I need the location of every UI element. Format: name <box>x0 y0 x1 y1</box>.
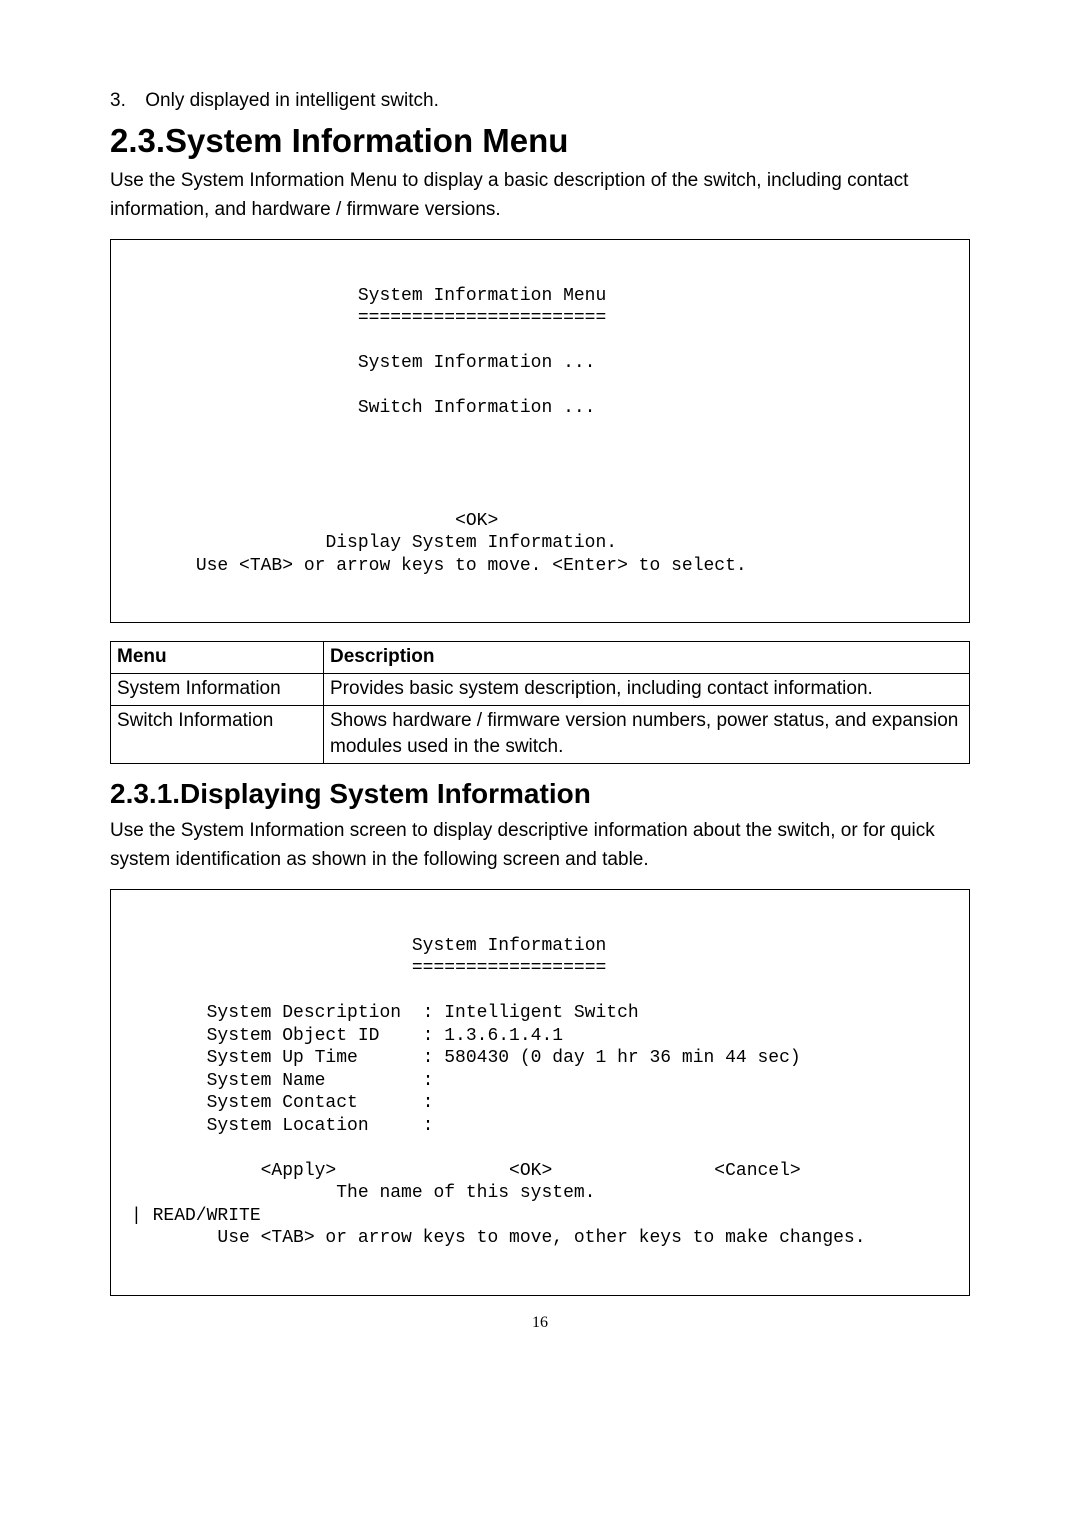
col-header-menu: Menu <box>111 642 324 674</box>
terminal-sysinfo-menu: System Information Menu ================… <box>110 239 970 624</box>
menu-description-table: Menu Description System Information Prov… <box>110 641 970 763</box>
terminal-sysinfo-screen: System Information ================== Sy… <box>110 889 970 1296</box>
cell-desc: Shows hardware / firmware version number… <box>324 705 970 763</box>
list-item-3: 3. Only displayed in intelligent switch. <box>110 90 970 112</box>
col-header-desc: Description <box>324 642 970 674</box>
table-row: Switch Information Shows hardware / firm… <box>111 705 970 763</box>
cell-menu: System Information <box>111 673 324 705</box>
section-heading-2-3-1: 2.3.1.Displaying System Information <box>110 778 970 810</box>
intro-paragraph-2: Use the System Information screen to dis… <box>110 816 970 875</box>
table-row: System Information Provides basic system… <box>111 673 970 705</box>
list-num: 3. <box>110 90 140 112</box>
cell-desc: Provides basic system description, inclu… <box>324 673 970 705</box>
section-heading-2-3: 2.3.System Information Menu <box>110 122 970 160</box>
terminal-line: System Information ================== Sy… <box>131 935 949 1250</box>
terminal-line: System Information Menu ================… <box>131 285 949 578</box>
page-number: 16 <box>110 1314 970 1332</box>
list-text: Only displayed in intelligent switch. <box>145 90 439 111</box>
table-header-row: Menu Description <box>111 642 970 674</box>
intro-paragraph-1: Use the System Information Menu to displ… <box>110 166 970 225</box>
cell-menu: Switch Information <box>111 705 324 763</box>
